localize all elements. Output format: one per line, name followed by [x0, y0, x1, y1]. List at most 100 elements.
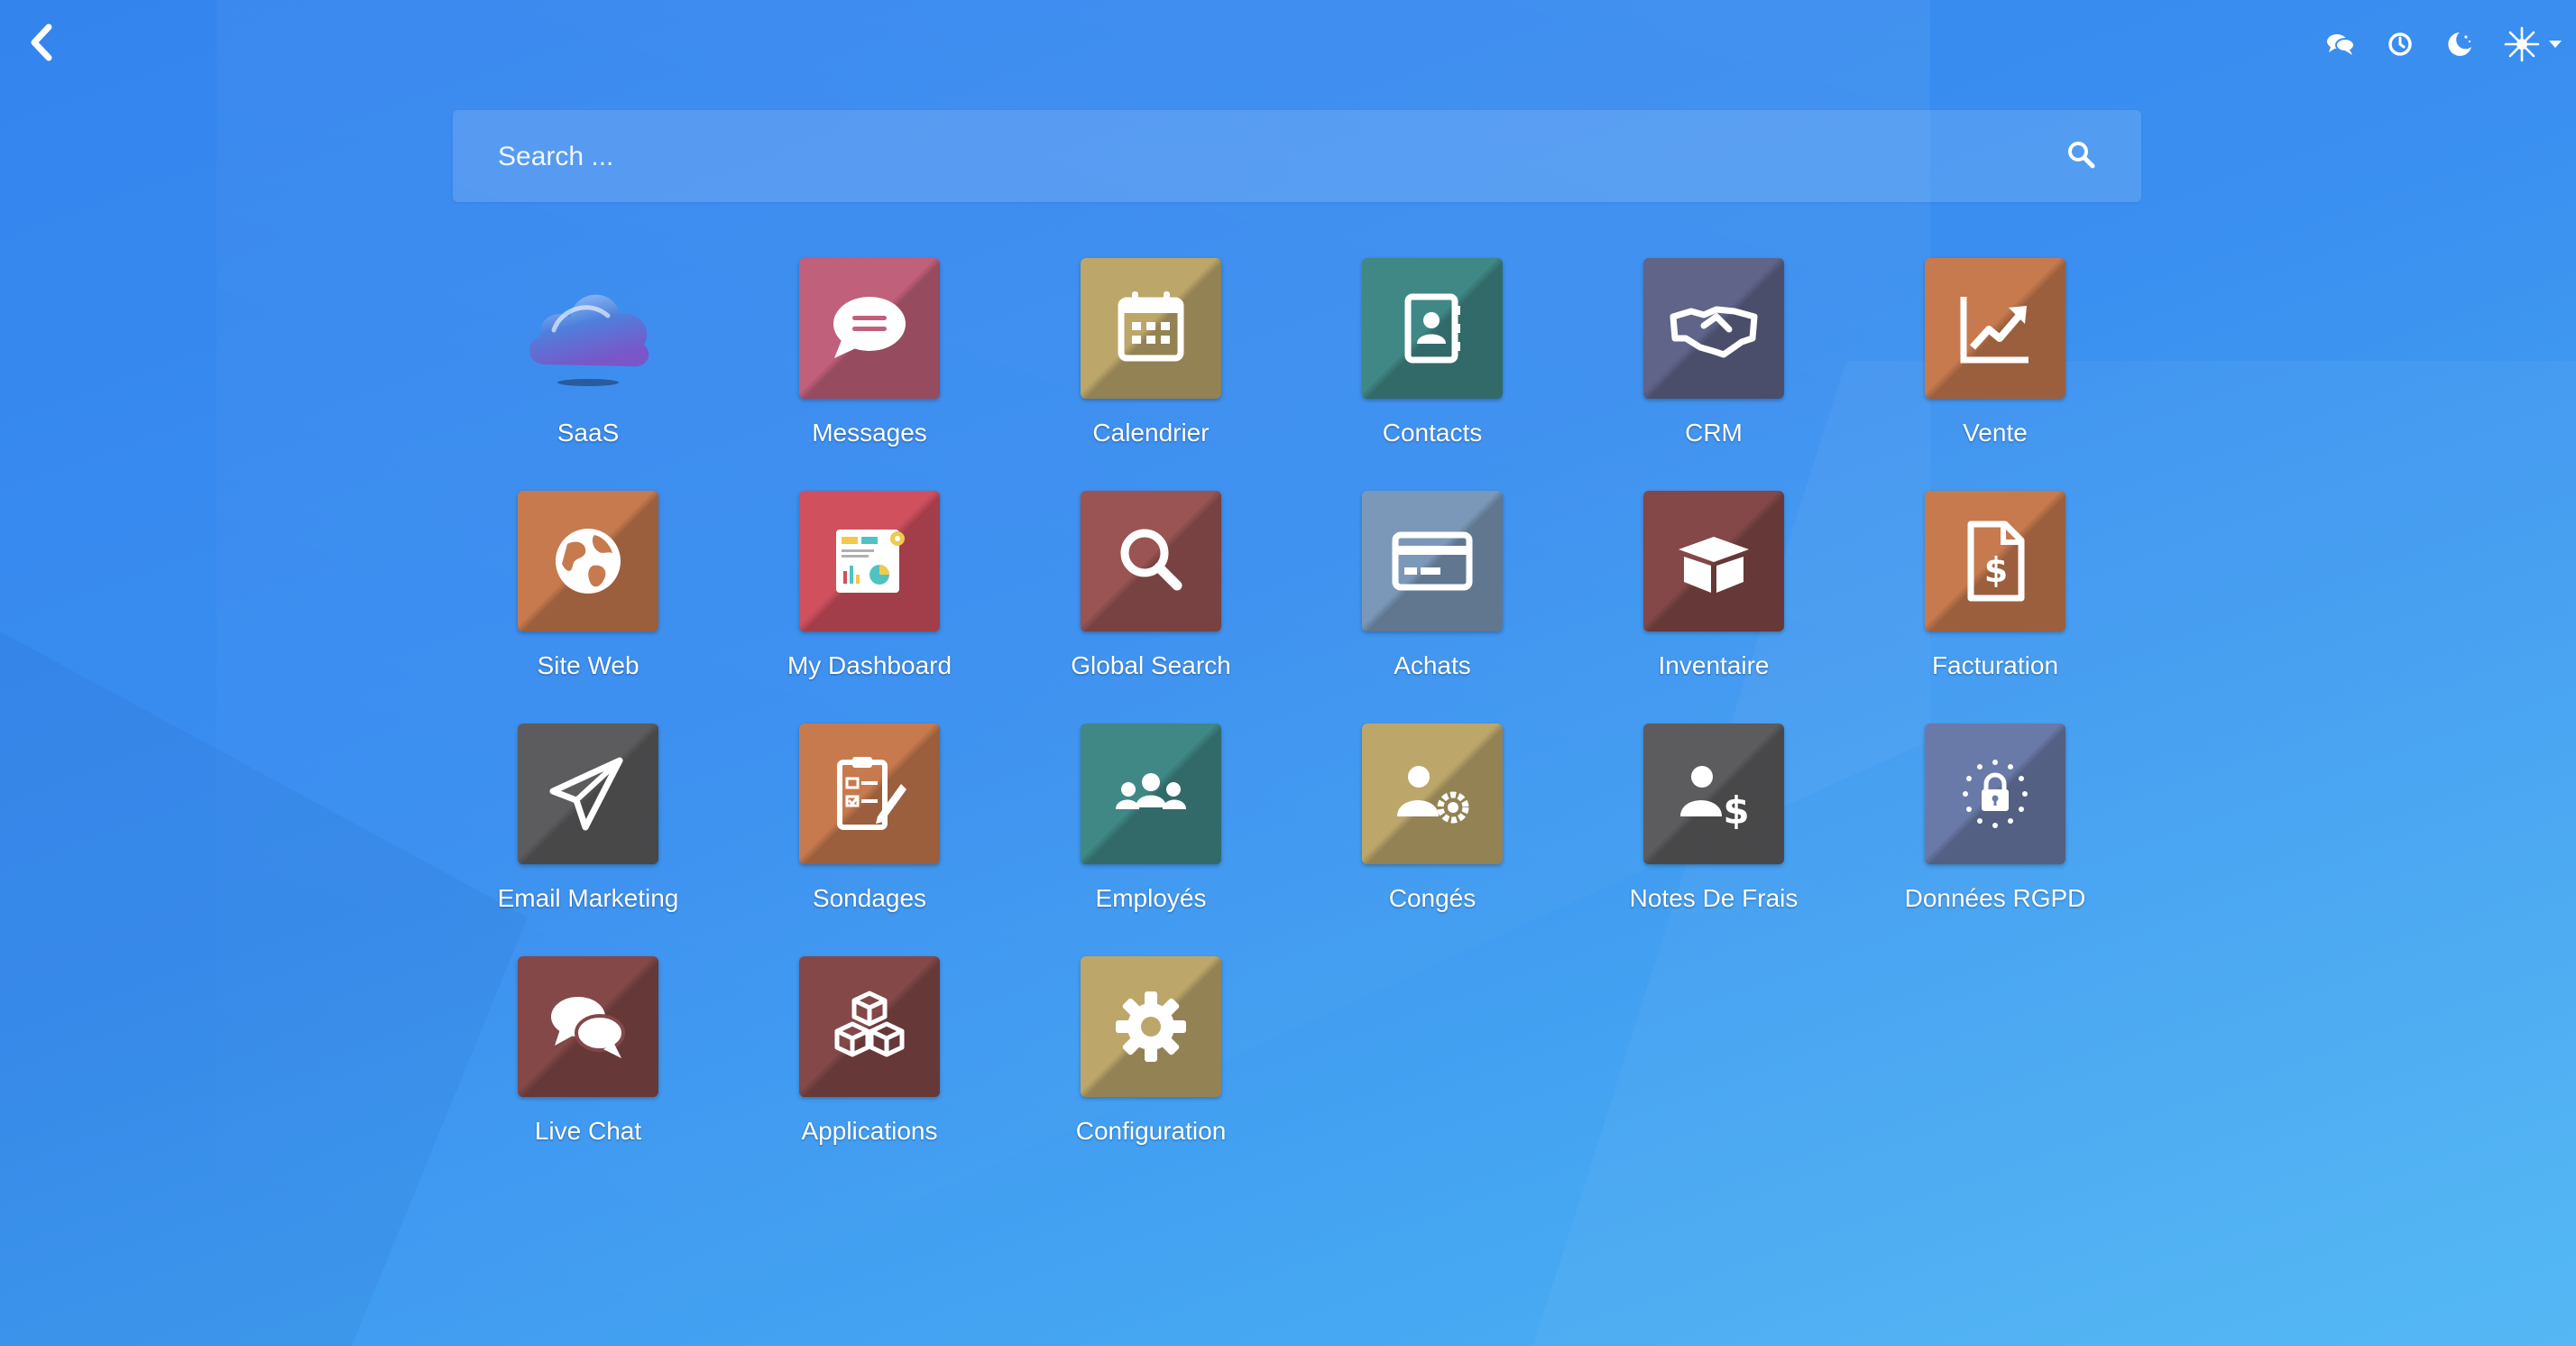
- app-label: CRM: [1685, 419, 1743, 447]
- trending-up-chart-icon: [1960, 297, 2029, 364]
- app-icon-tile: [799, 258, 940, 399]
- app-label: Contacts: [1382, 419, 1483, 447]
- app-label: Applications: [801, 1117, 938, 1145]
- app-icon-tile: [518, 491, 658, 632]
- app-icon-tile: [1643, 258, 1784, 399]
- dark-mode-toggle[interactable]: [2430, 22, 2489, 67]
- address-book-icon: [1404, 293, 1460, 364]
- paper-plane-icon: [549, 757, 623, 831]
- app-messages[interactable]: Messages: [729, 258, 1010, 491]
- app-calendrier[interactable]: Calendrier: [1010, 258, 1292, 491]
- app-icon-tile: [518, 724, 658, 864]
- app-icon-tile: [1081, 491, 1221, 632]
- company-switcher[interactable]: [2489, 25, 2576, 63]
- clock-icon: [2388, 32, 2412, 56]
- moon-icon: [2448, 32, 2471, 56]
- caret-down-icon: [2549, 41, 2562, 48]
- app-label: Congés: [1388, 884, 1477, 912]
- app-icon-tile: [518, 956, 658, 1097]
- app-live-chat[interactable]: Live Chat: [447, 956, 729, 1189]
- app-crm[interactable]: CRM: [1573, 258, 1854, 491]
- app-icon-tile: [799, 724, 940, 864]
- app-label: Inventaire: [1658, 651, 1770, 679]
- app-saas[interactable]: SaaS: [447, 258, 729, 491]
- app-icon-tile: [1362, 724, 1503, 864]
- app-label: Achats: [1394, 651, 1471, 679]
- app-icon-tile: [799, 956, 940, 1097]
- calendar-icon: [1118, 291, 1184, 362]
- app-label: Facturation: [1931, 651, 2059, 679]
- app-grid: SaaS Messages Calendrier Contacts CRM Ve…: [447, 258, 2136, 1189]
- app-icon-tile: [1362, 491, 1503, 632]
- handshake-icon: [1670, 306, 1758, 358]
- search-icon[interactable]: [2065, 139, 2098, 171]
- app-label: Vente: [1963, 419, 2028, 447]
- user-dollar-icon: $: [1680, 766, 1750, 833]
- app-achats[interactable]: Achats: [1292, 491, 1573, 724]
- app-contacts[interactable]: Contacts: [1292, 258, 1573, 491]
- box-icon: [1679, 537, 1749, 593]
- app-icon-tile: [1362, 258, 1503, 399]
- app-label: Messages: [812, 419, 927, 447]
- app-icon-tile: [1643, 491, 1784, 632]
- back-arrow-icon: [31, 23, 52, 61]
- app-label: Calendrier: [1092, 419, 1210, 447]
- gear-icon: [1116, 991, 1186, 1062]
- app-facturation[interactable]: $ Facturation: [1854, 491, 2136, 724]
- svg-text:$: $: [1723, 788, 1749, 833]
- survey-checklist-icon: [837, 757, 906, 830]
- activity-button[interactable]: [2370, 22, 2430, 67]
- credit-card-icon: [1392, 531, 1473, 591]
- app-employes[interactable]: Employés: [1010, 724, 1292, 956]
- app-label: Employés: [1095, 884, 1207, 912]
- app-label: Live Chat: [534, 1117, 642, 1145]
- app-label: My Dashboard: [787, 651, 952, 679]
- app-icon-tile: [799, 491, 940, 632]
- cubes-icon: [834, 991, 905, 1057]
- app-icon-tile: [1925, 258, 2065, 399]
- company-logo-icon: [2504, 26, 2540, 62]
- app-vente[interactable]: Vente: [1854, 258, 2136, 491]
- app-inventaire[interactable]: Inventaire: [1573, 491, 1854, 724]
- app-donnees-rgpd[interactable]: Données RGPD: [1854, 724, 2136, 956]
- dashboard-icon: [836, 530, 905, 593]
- app-icon-tile: $: [1925, 491, 2065, 632]
- chat-button[interactable]: [2311, 22, 2370, 67]
- app-applications[interactable]: Applications: [729, 956, 1010, 1189]
- app-icon-tile: [518, 258, 658, 399]
- app-icon-tile: [1081, 724, 1221, 864]
- app-icon-tile: $: [1643, 724, 1784, 864]
- chat-icon: [2327, 34, 2355, 55]
- search-input[interactable]: [496, 126, 2033, 188]
- app-conges[interactable]: Congés: [1292, 724, 1573, 956]
- app-label: Configuration: [1075, 1117, 1227, 1145]
- app-label: Données RGPD: [1904, 884, 2086, 912]
- app-label: Global Search: [1071, 651, 1231, 679]
- app-icon-tile: [1081, 258, 1221, 399]
- app-email-marketing[interactable]: Email Marketing: [447, 724, 729, 956]
- systray: [2311, 22, 2576, 67]
- user-gear-icon: [1397, 766, 1469, 824]
- people-group-icon: [1116, 773, 1186, 809]
- app-notes-de-frais[interactable]: $ Notes De Frais: [1573, 724, 1854, 956]
- app-configuration[interactable]: Configuration: [1010, 956, 1292, 1189]
- invoice-dollar-icon: $: [1967, 521, 2025, 602]
- app-label: Notes De Frais: [1629, 884, 1799, 912]
- app-global-search[interactable]: Global Search: [1010, 491, 1292, 724]
- cloud-icon: [529, 294, 649, 386]
- app-label: Email Marketing: [497, 884, 679, 912]
- app-my-dashboard[interactable]: My Dashboard: [729, 491, 1010, 724]
- svg-text:$: $: [1984, 550, 2008, 590]
- eu-lock-icon: [1963, 760, 2028, 828]
- magnifier-icon: [1120, 529, 1182, 591]
- app-icon-tile: [1925, 724, 2065, 864]
- chat-bubbles-icon: [551, 997, 625, 1058]
- back-button[interactable]: [23, 22, 60, 63]
- chat-bubble-icon: [833, 297, 906, 358]
- app-label: Sondages: [812, 884, 927, 912]
- globe-icon: [556, 529, 621, 594]
- app-label: SaaS: [557, 419, 620, 447]
- search-bar: [453, 110, 2141, 202]
- app-sondages[interactable]: Sondages: [729, 724, 1010, 956]
- app-site-web[interactable]: Site Web: [447, 491, 729, 724]
